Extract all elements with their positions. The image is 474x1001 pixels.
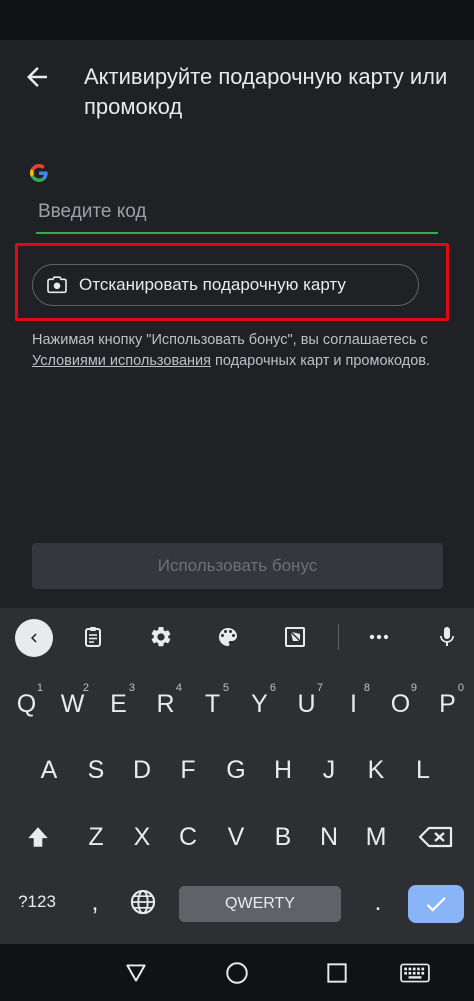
- key-p[interactable]: P0: [425, 680, 470, 728]
- key-a[interactable]: A: [26, 746, 72, 794]
- key-e[interactable]: E3: [96, 680, 141, 728]
- terms-link[interactable]: Условиями использования: [32, 353, 211, 369]
- terms-text: Нажимая кнопку "Использовать бонус", вы …: [32, 330, 442, 372]
- scan-gift-card-button[interactable]: Отсканировать подарочную карту: [32, 264, 419, 306]
- key-g[interactable]: G: [213, 746, 259, 794]
- scan-button-label: Отсканировать подарочную карту: [79, 275, 346, 294]
- keyboard-toolbar: [0, 608, 474, 666]
- key-u-hint: 7: [316, 682, 323, 694]
- space-key[interactable]: QWERTY: [179, 886, 341, 922]
- key-l[interactable]: L: [400, 746, 446, 794]
- key-v[interactable]: V: [213, 813, 259, 861]
- key-f[interactable]: F: [165, 746, 211, 794]
- globe-icon: [130, 889, 156, 915]
- key-z[interactable]: Z: [73, 813, 119, 861]
- settings-button[interactable]: [144, 620, 178, 654]
- key-q[interactable]: Q1: [4, 680, 49, 728]
- key-y-label: Y: [251, 689, 268, 718]
- theme-button[interactable]: [211, 620, 245, 654]
- terms-text-before: Нажимая кнопку "Использовать бонус", вы …: [32, 332, 428, 348]
- clipboard-icon: [85, 627, 101, 647]
- key-c[interactable]: C: [165, 813, 211, 861]
- key-r-hint: 4: [175, 682, 182, 694]
- nav-keyboard-icon[interactable]: [400, 960, 430, 986]
- key-e-hint: 3: [128, 682, 135, 694]
- nav-home-icon[interactable]: [224, 960, 250, 986]
- key-r-label: R: [156, 689, 175, 718]
- microphone-icon: [440, 627, 454, 646]
- page-title: Активируйте подарочную карту или промоко…: [84, 64, 448, 119]
- checkmark-icon: [426, 897, 446, 912]
- key-o[interactable]: O9: [378, 680, 423, 728]
- key-s[interactable]: S: [73, 746, 119, 794]
- key-i-label: I: [350, 689, 357, 718]
- keyboard-collapse-button[interactable]: [15, 619, 53, 657]
- palette-icon: [219, 628, 237, 646]
- nav-back-icon[interactable]: [123, 960, 149, 986]
- key-j[interactable]: J: [306, 746, 352, 794]
- more-button[interactable]: [362, 620, 396, 654]
- google-logo-icon: [30, 164, 48, 182]
- status-bar: [0, 0, 474, 40]
- comma-key[interactable]: ,: [72, 878, 118, 926]
- key-x[interactable]: X: [119, 813, 165, 861]
- shift-icon: [28, 827, 48, 847]
- key-t-hint: 5: [222, 682, 229, 694]
- camera-icon: [47, 276, 67, 294]
- key-o-label: O: [390, 689, 411, 718]
- key-w[interactable]: W2: [50, 680, 95, 728]
- key-p-label: P: [439, 689, 456, 718]
- system-nav-bar: [0, 944, 474, 1001]
- app-content: Активируйте подарочную карту или промоко…: [0, 40, 474, 608]
- backspace-icon: [418, 826, 453, 848]
- key-b[interactable]: B: [260, 813, 306, 861]
- key-u-label: U: [297, 689, 316, 718]
- onscreen-keyboard: Q1 W2 E3 R4 T5 Y6 U7 I8 O9 P0 A S D F G …: [0, 608, 474, 944]
- key-i[interactable]: I8: [331, 680, 376, 728]
- terms-text-after: подарочных карт и промокодов.: [211, 353, 431, 369]
- resize-button[interactable]: [278, 620, 312, 654]
- key-w-label: W: [60, 689, 85, 718]
- nav-recents-icon[interactable]: [324, 960, 350, 986]
- key-t-label: T: [204, 689, 221, 718]
- key-u[interactable]: U7: [284, 680, 329, 728]
- chevron-left-icon: [31, 633, 37, 643]
- key-k[interactable]: K: [353, 746, 399, 794]
- voice-input-button[interactable]: [430, 620, 464, 654]
- more-icon: [369, 634, 389, 640]
- key-y-hint: 6: [269, 682, 276, 694]
- resize-icon: [285, 627, 305, 647]
- symbols-key[interactable]: ?123: [6, 878, 68, 926]
- key-e-label: E: [110, 689, 127, 718]
- shift-key[interactable]: [10, 813, 66, 861]
- key-m[interactable]: M: [353, 813, 399, 861]
- key-r[interactable]: R4: [143, 680, 188, 728]
- clipboard-button[interactable]: [76, 620, 110, 654]
- language-key[interactable]: [120, 878, 166, 926]
- gear-icon: [151, 626, 171, 647]
- key-q-hint: 1: [36, 682, 43, 694]
- toolbar-divider: [338, 624, 339, 650]
- key-p-hint: 0: [457, 682, 464, 694]
- key-w-hint: 2: [82, 682, 89, 694]
- back-arrow-icon[interactable]: [22, 62, 52, 92]
- period-key[interactable]: .: [355, 878, 401, 926]
- backspace-key[interactable]: [408, 813, 464, 861]
- key-n[interactable]: N: [306, 813, 352, 861]
- key-y[interactable]: Y6: [237, 680, 282, 728]
- key-h[interactable]: H: [260, 746, 306, 794]
- key-t[interactable]: T5: [190, 680, 235, 728]
- key-d[interactable]: D: [119, 746, 165, 794]
- key-q-label: Q: [16, 689, 37, 718]
- code-input[interactable]: [36, 198, 438, 234]
- key-o-hint: 9: [410, 682, 417, 694]
- enter-key[interactable]: [408, 885, 464, 923]
- redeem-bonus-button[interactable]: Использовать бонус: [32, 543, 443, 589]
- key-i-hint: 8: [363, 682, 370, 694]
